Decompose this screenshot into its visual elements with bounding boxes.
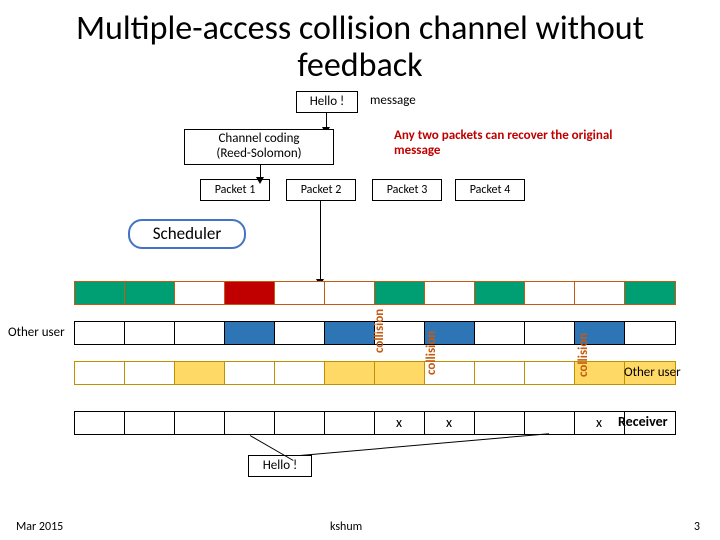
packet-2: Packet 2 <box>286 179 356 201</box>
channel-coding-box: Channel coding (Reed-Solomon) <box>184 129 334 165</box>
scheduler-box: Scheduler <box>128 219 246 249</box>
arrow-hello-to-coding <box>326 113 327 129</box>
recovery-note: Any two packets can recover the original… <box>394 129 614 159</box>
packet-1: Packet 1 <box>200 179 270 201</box>
receiver-label: Receiver <box>618 413 668 430</box>
timeline-other-user-1 <box>74 281 676 305</box>
other-user-label-right: Other user <box>624 365 681 380</box>
page-title: Multiple-access collision channel withou… <box>0 0 720 85</box>
collision-label-2: collision <box>424 330 439 374</box>
collision-label-1: collision <box>372 308 387 352</box>
arrow-coding-to-packets <box>260 165 261 179</box>
footer-page-number: 3 <box>694 520 700 534</box>
diagram-stage: Hello ! message Channel coding (Reed-Sol… <box>0 85 720 525</box>
hello-message-box: Hello ! <box>296 91 358 113</box>
hello-decoded-box: Hello ! <box>248 455 312 477</box>
connector-line-2 <box>300 433 549 456</box>
arrow-packets-to-timeline <box>320 201 321 281</box>
x-mark-3: x <box>574 414 624 431</box>
other-user-label-left: Other user <box>8 325 65 340</box>
x-mark-1: x <box>374 414 424 431</box>
footer-date: Mar 2015 <box>16 520 63 534</box>
message-label: message <box>370 93 416 108</box>
packet-4: Packet 4 <box>455 179 525 201</box>
packet-3: Packet 3 <box>372 179 442 201</box>
footer-author: kshum <box>330 520 362 534</box>
collision-label-3: collision <box>576 332 591 376</box>
x-mark-2: x <box>424 414 474 431</box>
